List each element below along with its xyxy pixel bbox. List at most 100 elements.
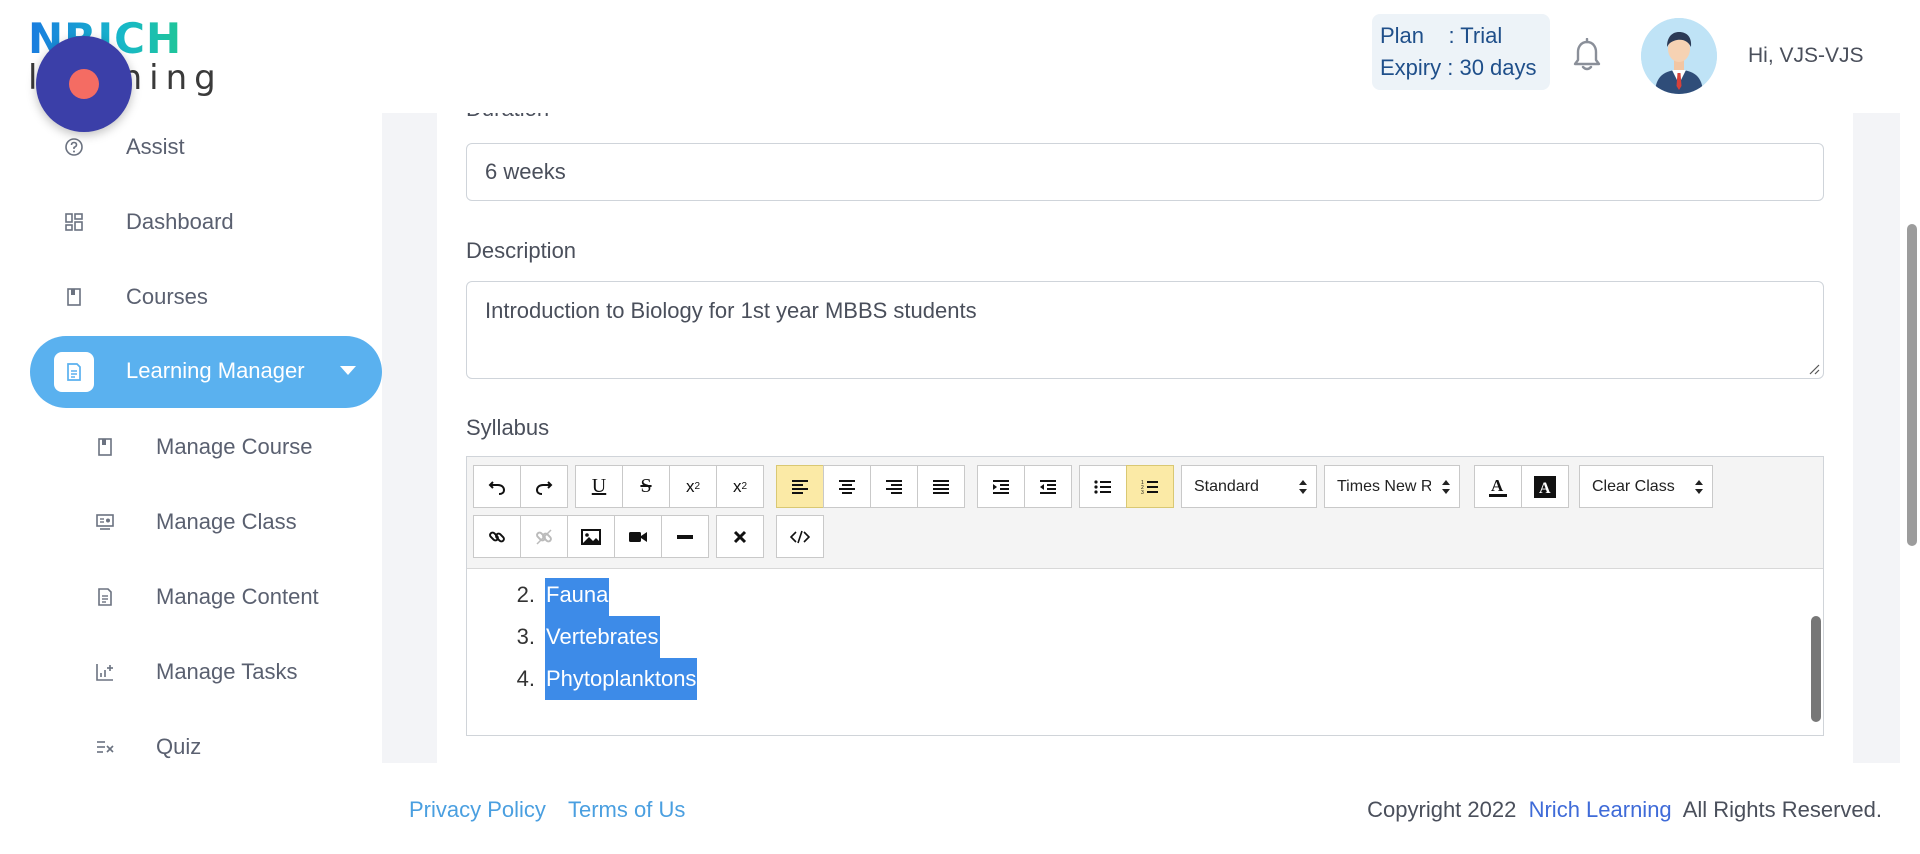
presentation-icon — [94, 511, 116, 533]
list-item-number: 2. — [516, 582, 535, 607]
plan-text: Plan : Trial — [1380, 23, 1503, 48]
expiry-text: Expiry : 30 days — [1380, 55, 1537, 80]
select-arrows-icon — [1695, 480, 1703, 494]
resize-grip-icon[interactable] — [1808, 363, 1820, 375]
list-item: 3. Vertebrates — [513, 616, 697, 658]
description-label: Description — [466, 238, 577, 263]
font-family-select[interactable]: Times New Roman — [1324, 465, 1460, 508]
numbered-list-icon[interactable]: 123 — [1126, 465, 1174, 508]
book-icon — [94, 436, 116, 458]
font-color-icon[interactable]: A — [1474, 465, 1522, 508]
sidebar-item-manage-course[interactable]: Manage Course — [0, 417, 382, 477]
chart-plus-icon — [94, 661, 116, 683]
outdent-icon[interactable] — [1024, 465, 1072, 508]
indent-icon[interactable] — [977, 465, 1025, 508]
svg-text:A: A — [1539, 480, 1551, 497]
horizontal-rule-icon[interactable] — [661, 515, 709, 558]
description-text: Introduction to Biology for 1st year MBB… — [485, 298, 977, 323]
subscript-icon[interactable]: x2 — [669, 465, 717, 508]
sidebar-item-dashboard[interactable]: Dashboard — [0, 192, 382, 252]
sidebar-item-manage-content[interactable]: Manage Content — [0, 567, 382, 627]
copyright-text: Copyright 2022 Nrich Learning All Rights… — [1367, 797, 1882, 823]
redo-icon[interactable] — [520, 465, 568, 508]
book-icon — [63, 286, 85, 308]
chevron-down-icon — [340, 366, 356, 375]
superscript-icon[interactable]: x2 — [716, 465, 764, 508]
document-icon — [94, 586, 116, 608]
align-right-icon[interactable] — [870, 465, 918, 508]
select-arrows-icon — [1442, 480, 1450, 494]
rich-text-editor: U S x2 x2 123 Standard Times New A A Cle… — [466, 456, 1824, 736]
syllabus-label: Syllabus — [466, 415, 550, 440]
editor-toolbar: U S x2 x2 123 Standard Times New A A Cle… — [467, 457, 1823, 569]
sidebar-item-label: Manage Class — [156, 509, 297, 534]
page-scrollbar[interactable] — [1900, 113, 1920, 854]
terms-link[interactable]: Terms of Us — [568, 797, 685, 823]
video-icon[interactable] — [614, 515, 662, 558]
paragraph-style-select[interactable]: Standard — [1181, 465, 1317, 508]
sidebar-item-label: Dashboard — [126, 209, 234, 234]
sidebar-item-label: Manage Course — [156, 434, 313, 459]
list-item-text: Fauna — [545, 578, 610, 616]
sidebar-item-learning-manager[interactable]: Learning Manager — [30, 336, 382, 408]
record-dot-icon — [69, 69, 99, 99]
sidebar-item-label: Learning Manager — [126, 358, 305, 383]
paragraph-style-value: Standard — [1194, 477, 1259, 495]
brand-link[interactable]: Nrich Learning — [1529, 797, 1672, 822]
undo-icon[interactable] — [473, 465, 521, 508]
record-button[interactable] — [36, 36, 132, 132]
code-view-icon[interactable] — [776, 515, 824, 558]
list-item-text: Phytoplanktons — [545, 658, 698, 700]
bulleted-list-icon[interactable] — [1079, 465, 1127, 508]
sidebar-item-assist[interactable]: Assist — [0, 117, 382, 177]
user-greeting[interactable]: Hi, VJS-VJS — [1748, 44, 1864, 68]
sidebar-item-label: Manage Content — [156, 584, 319, 609]
syllabus-list: 2. Fauna 3. Vertebrates 4. Phytoplankton… — [513, 578, 698, 700]
select-arrows-icon — [1299, 480, 1307, 494]
description-textarea[interactable]: Introduction to Biology for 1st year MBB… — [466, 281, 1824, 379]
help-circle-icon — [63, 136, 85, 158]
underline-icon[interactable]: U — [575, 465, 623, 508]
list-item: 2. Fauna — [513, 578, 697, 616]
remove-format-icon[interactable] — [716, 515, 764, 558]
document-icon — [54, 352, 94, 392]
sidebar-item-courses[interactable]: Courses — [0, 267, 382, 327]
clear-class-select[interactable]: Clear Class — [1579, 465, 1713, 508]
top-header: NRICH learning Plan : Trial Expiry : 30 … — [0, 0, 1920, 113]
list-item-number: 4. — [516, 666, 535, 691]
align-center-icon[interactable] — [823, 465, 871, 508]
dashboard-grid-icon — [63, 211, 85, 233]
copyright-prefix: Copyright 2022 — [1367, 797, 1517, 822]
notification-bell-icon[interactable] — [1572, 37, 1602, 72]
sidebar-item-label: Assist — [126, 134, 185, 159]
list-item-text: Vertebrates — [545, 616, 660, 658]
copyright-suffix: All Rights Reserved. — [1682, 797, 1882, 822]
editor-scrollbar[interactable] — [1809, 578, 1823, 735]
sidebar: Assist Dashboard Courses Learning Manage… — [0, 113, 382, 854]
clear-class-value: Clear Class — [1592, 477, 1675, 495]
sidebar-item-label: Manage Tasks — [156, 659, 298, 684]
sidebar-item-manage-class[interactable]: Manage Class — [0, 492, 382, 552]
page-scrollbar-thumb[interactable] — [1907, 224, 1917, 546]
image-icon[interactable] — [567, 515, 615, 558]
list-item-number: 3. — [516, 624, 535, 649]
editor-scrollbar-thumb[interactable] — [1811, 616, 1821, 722]
plan-info-box: Plan : Trial Expiry : 30 days — [1372, 14, 1550, 90]
sidebar-item-label: Quiz — [156, 734, 202, 759]
unlink-icon[interactable] — [520, 515, 568, 558]
sidebar-item-label: Courses — [126, 284, 208, 309]
svg-text:A: A — [1491, 476, 1504, 495]
user-avatar[interactable] — [1641, 18, 1717, 94]
privacy-policy-link[interactable]: Privacy Policy — [409, 797, 546, 823]
duration-input[interactable]: 6 weeks — [466, 143, 1824, 201]
background-color-icon[interactable]: A — [1521, 465, 1569, 508]
font-family-value: Times New Roman — [1337, 477, 1431, 495]
align-left-icon[interactable] — [776, 465, 824, 508]
align-justify-icon[interactable] — [917, 465, 965, 508]
editor-content-area[interactable]: 2. Fauna 3. Vertebrates 4. Phytoplankton… — [467, 578, 1823, 735]
list-item: 4. Phytoplanktons — [513, 658, 698, 700]
sidebar-item-quiz[interactable]: Quiz — [0, 717, 382, 777]
strikethrough-icon[interactable]: S — [622, 465, 670, 508]
link-icon[interactable] — [473, 515, 521, 558]
sidebar-item-manage-tasks[interactable]: Manage Tasks — [0, 642, 382, 702]
